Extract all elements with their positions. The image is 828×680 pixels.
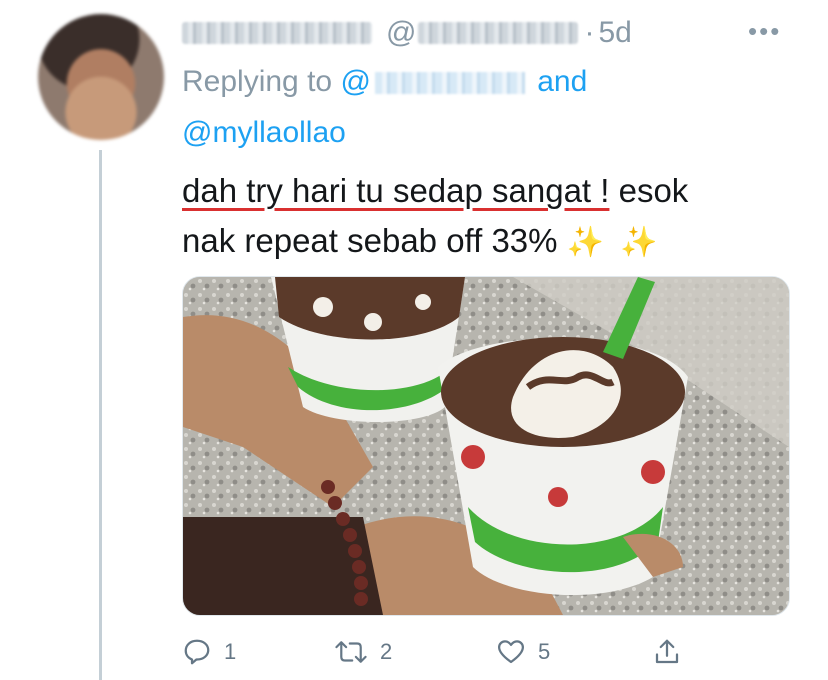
reply-icon: [184, 639, 210, 665]
tweet-photo[interactable]: [182, 276, 790, 616]
display-name-blurred[interactable]: [182, 22, 372, 44]
like-button[interactable]: 5: [496, 637, 550, 667]
mention-first[interactable]: @: [340, 65, 528, 98]
tweet-text-underlined: dah try hari tu sedap sangat !: [182, 172, 610, 209]
reply-count: 1: [224, 639, 237, 664]
retweet-icon: [335, 641, 367, 663]
tweet-header: @ · 5d: [182, 12, 632, 54]
avatar[interactable]: [38, 14, 164, 140]
sparkles-emoji: ✨ ✨: [566, 226, 662, 259]
handle-at: @: [386, 16, 417, 49]
handle-blurred[interactable]: [418, 22, 579, 44]
thread-line: [99, 150, 102, 680]
conjunction: and: [537, 65, 588, 98]
photo-illustration: [183, 277, 789, 615]
timestamp[interactable]: 5d: [598, 16, 631, 50]
mention-second[interactable]: @myllaollao: [182, 116, 346, 149]
replying-to: Replying to @ and: [182, 62, 587, 102]
share-button[interactable]: [652, 637, 682, 667]
reply-button[interactable]: 1: [182, 637, 236, 667]
mention-blurred: [374, 72, 525, 95]
retweet-count: 2: [380, 639, 393, 664]
mention-at: @: [340, 65, 371, 98]
like-count: 5: [538, 639, 551, 664]
action-bar: 1 2 5: [182, 632, 692, 672]
share-icon: [655, 639, 679, 664]
tweet-text-line2: nak repeat sebab off 33%: [182, 222, 558, 259]
tweet-text: dah try hari tu sedap sangat ! esok nak …: [182, 166, 792, 268]
tweet-text-line1-rest: esok: [609, 172, 689, 209]
retweet-button[interactable]: 2: [334, 637, 392, 667]
separator: ·: [584, 16, 595, 49]
more-icon[interactable]: •••: [748, 16, 781, 47]
like-icon: [498, 640, 524, 664]
replying-to-label: Replying to: [182, 65, 333, 98]
tweet[interactable]: @ · 5d ••• Replying to @ and @myllaollao…: [0, 0, 828, 680]
